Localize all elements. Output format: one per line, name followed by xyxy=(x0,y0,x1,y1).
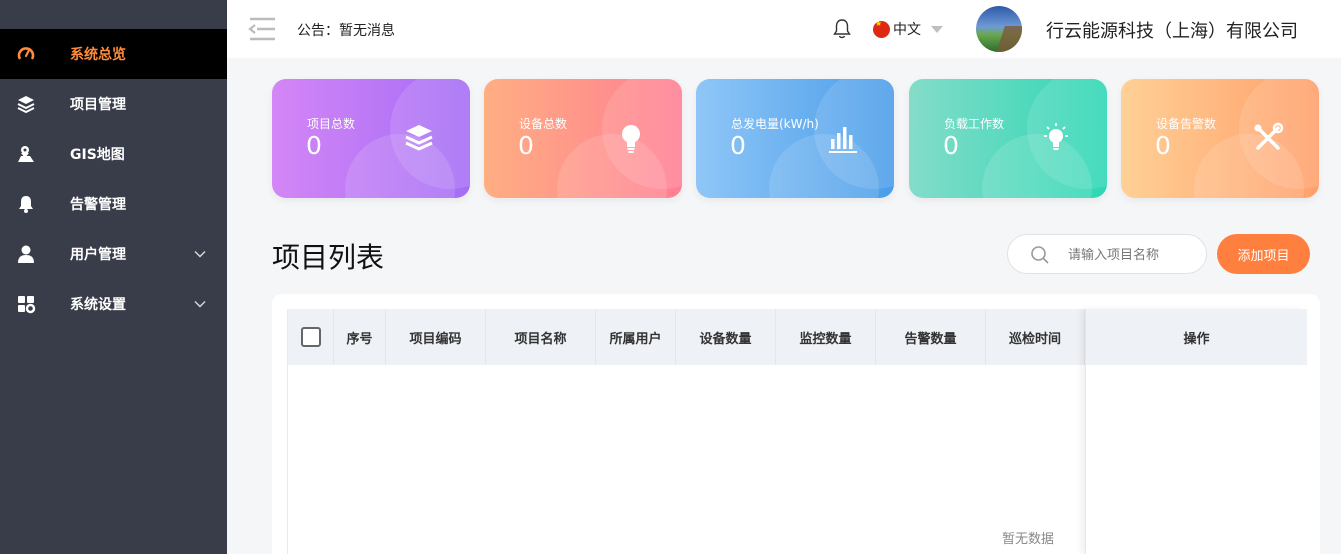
company-name: 行云能源科技（上海）有限公司 xyxy=(1046,21,1298,42)
top-header: 公告：暂无消息 中文 行云能源科技（上海）有限公司 xyxy=(227,0,1341,58)
stat-label: 项目总数 xyxy=(307,117,356,131)
notice-text: 公告：暂无消息 xyxy=(297,23,395,39)
stat-value: 0 xyxy=(730,131,746,160)
add-project-button[interactable]: 添加项目 xyxy=(1217,234,1310,274)
settings-grid-icon xyxy=(16,294,36,314)
sidebar-item-label: 系统总览 xyxy=(70,47,126,63)
language-label: 中文 xyxy=(893,22,921,38)
sidebar-item-users[interactable]: 用户管理 xyxy=(0,229,227,279)
stat-value: 0 xyxy=(1155,131,1171,160)
sidebar-item-gis-map[interactable]: GIS地图 xyxy=(0,129,227,179)
bar-chart-icon xyxy=(826,121,860,155)
column-header[interactable]: 监控数量 xyxy=(776,309,876,365)
empty-state-text: 暂无数据 xyxy=(1002,532,1055,547)
bell-icon xyxy=(16,194,36,214)
search-input[interactable] xyxy=(1068,244,1198,266)
column-header[interactable]: 所属用户 xyxy=(596,309,676,365)
sidebar-item-label: 系统设置 xyxy=(70,297,126,313)
language-selector[interactable]: 中文 xyxy=(873,19,943,39)
column-header[interactable]: 项目编码 xyxy=(386,309,486,365)
column-header[interactable]: 项目名称 xyxy=(486,309,596,365)
stat-label: 设备告警数 xyxy=(1156,117,1217,131)
search-icon[interactable] xyxy=(1030,245,1050,265)
notification-bell-icon[interactable] xyxy=(831,18,853,40)
stat-card-projects: 项目总数 0 xyxy=(272,79,470,198)
sidebar-item-label: GIS地图 xyxy=(70,147,125,163)
sidebar-item-overview[interactable]: 系统总览 xyxy=(0,29,227,79)
stat-label: 设备总数 xyxy=(519,117,568,131)
dashboard-gauge-icon xyxy=(16,44,36,64)
layers-icon xyxy=(402,121,436,155)
stat-label: 总发电量(kW/h) xyxy=(731,117,819,131)
bulb-on-icon xyxy=(1039,121,1073,155)
avatar[interactable] xyxy=(976,6,1022,52)
column-header[interactable]: 巡检时间 xyxy=(986,309,1085,365)
stat-value: 0 xyxy=(306,131,322,160)
sidebar-item-settings[interactable]: 系统设置 xyxy=(0,279,227,329)
stat-card-alarms: 设备告警数 0 xyxy=(1121,79,1319,198)
page-title: 项目列表 xyxy=(272,241,385,274)
stat-card-devices: 设备总数 0 xyxy=(484,79,682,198)
column-header[interactable]: 设备数量 xyxy=(676,309,776,365)
stat-label: 负载工作数 xyxy=(944,117,1005,131)
map-pin-icon xyxy=(16,144,36,164)
sidebar-item-label: 告警管理 xyxy=(70,197,126,213)
tools-icon xyxy=(1251,121,1285,155)
column-header[interactable]: 告警数量 xyxy=(876,309,986,365)
sidebar: 系统总览 项目管理 GIS地图 告警管理 用户管理 系统设置 xyxy=(0,0,227,554)
lightbulb-icon xyxy=(614,121,648,155)
collapse-menu-icon[interactable] xyxy=(247,16,277,42)
sidebar-menu: 系统总览 项目管理 GIS地图 告警管理 用户管理 系统设置 xyxy=(0,29,227,329)
stat-card-generation: 总发电量(kW/h) 0 xyxy=(696,79,894,198)
sidebar-item-label: 项目管理 xyxy=(70,97,126,113)
user-icon xyxy=(16,244,36,264)
sidebar-item-label: 用户管理 xyxy=(70,247,126,263)
select-all-cell xyxy=(288,309,334,365)
column-header[interactable]: 序号 xyxy=(334,309,386,365)
caret-down-icon xyxy=(931,25,943,33)
action-column: 操作 xyxy=(1085,309,1307,554)
sidebar-item-projects[interactable]: 项目管理 xyxy=(0,79,227,129)
stat-card-load: 负载工作数 0 xyxy=(909,79,1107,198)
search-box xyxy=(1007,234,1207,274)
sidebar-item-alarms[interactable]: 告警管理 xyxy=(0,179,227,229)
stat-value: 0 xyxy=(943,131,959,160)
stat-value: 0 xyxy=(518,131,534,160)
project-table: 序号 项目编码 项目名称 所属用户 设备数量 监控数量 告警数量 巡检时间 操作… xyxy=(287,309,1307,554)
layers-icon xyxy=(16,94,36,114)
china-flag-icon xyxy=(873,20,890,38)
chevron-down-icon xyxy=(193,247,207,261)
column-header-actions: 操作 xyxy=(1086,309,1307,365)
chevron-down-icon xyxy=(193,297,207,311)
select-all-checkbox[interactable] xyxy=(300,327,321,347)
